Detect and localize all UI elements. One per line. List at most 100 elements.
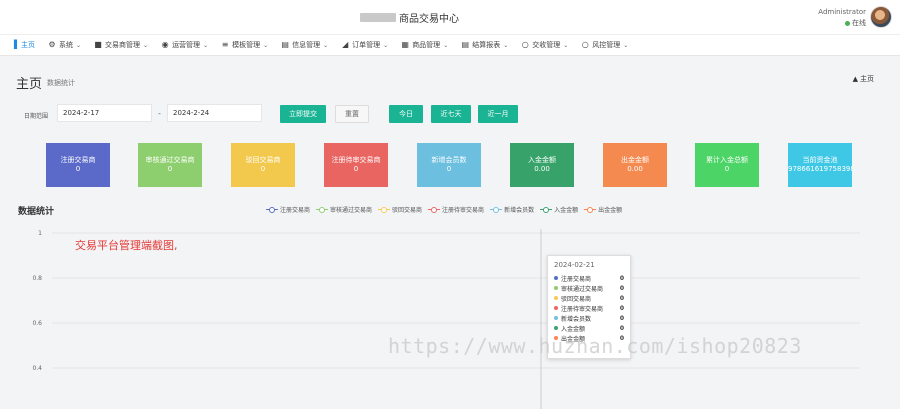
nav-item-0[interactable]: ▐ 主页 <box>10 40 35 50</box>
legend-item-1[interactable]: 审核通过交易商 <box>316 205 372 214</box>
stat-card-3[interactable]: 注册待审交易商 0 <box>324 143 388 187</box>
nav-item-label: 订单管理 <box>352 41 381 49</box>
bar-chart-icon: ▐ <box>10 40 18 49</box>
series-dot-icon <box>554 286 558 290</box>
nav-item-label: 系统 <box>59 41 73 49</box>
legend-item-6[interactable]: 出金金额 <box>584 205 622 214</box>
stat-card-value: 0.00 <box>627 165 643 173</box>
home-breadcrumb-label: 主页 <box>860 75 874 83</box>
series-dot-icon <box>554 326 558 330</box>
nav-item-4[interactable]: ≡ 模板管理 ⌄ <box>221 40 268 50</box>
y-tick-label: 0.8 <box>32 275 42 282</box>
legend-label: 新增会员数 <box>504 207 535 214</box>
stat-card-label: 注册交易商 <box>60 156 96 164</box>
y-tick-label: 1 <box>38 230 42 237</box>
nav-item-1[interactable]: ⚙ 系统 ⌄ <box>48 40 81 50</box>
stat-card-8[interactable]: 当前资金池9786616197583984.3 <box>788 143 852 187</box>
tooltip-row-label: 审核通过交易商 <box>561 285 604 293</box>
book-open-icon: ▤ <box>281 40 289 49</box>
page-title: 主页 <box>16 77 43 92</box>
last-7-days-button[interactable]: 近七天 <box>431 105 471 123</box>
legend-marker-icon <box>540 206 553 213</box>
nav-item-2[interactable]: ■ 交易商管理 ⌄ <box>94 40 148 50</box>
nav-item-3[interactable]: ◉ 运营管理 ⌄ <box>161 40 209 50</box>
stat-card-label: 当前资金池 <box>802 156 838 164</box>
legend-label: 注册待审交易商 <box>442 207 485 214</box>
stat-card-0[interactable]: 注册交易商 0 <box>46 143 110 187</box>
legend-item-3[interactable]: 注册待审交易商 <box>428 205 484 214</box>
page-subtitle: 数据统计 <box>47 79 75 87</box>
stat-card-6[interactable]: 出金金额 0.00 <box>603 143 667 187</box>
reset-button[interactable]: 重置 <box>335 105 369 123</box>
series-dot-icon <box>554 316 558 320</box>
tooltip-row-label: 新增会员数 <box>561 315 592 323</box>
stat-card-5[interactable]: 入金金额 0.00 <box>510 143 574 187</box>
legend-label: 出金金额 <box>598 207 623 214</box>
tooltip-row: 新增会员数 0 <box>554 313 624 323</box>
submit-button[interactable]: 立即提交 <box>280 105 326 123</box>
tooltip-date: 2024-02-21 <box>554 261 595 269</box>
tooltip-row-label: 注册待审交易商 <box>561 305 604 313</box>
tooltip-row: 注册待审交易商 0 <box>554 303 624 313</box>
start-date-input[interactable]: 2024-2-17 <box>57 104 152 122</box>
last-month-button[interactable]: 近一月 <box>478 105 518 123</box>
tooltip-row-value: 0 <box>619 274 624 282</box>
stat-card-value: 9786616197583984.3 <box>788 165 852 173</box>
legend-item-0[interactable]: 注册交易商 <box>266 205 310 214</box>
y-tick-label: 0.6 <box>32 320 42 327</box>
tooltip-row: 驳回交易商 0 <box>554 293 624 303</box>
today-button[interactable]: 今日 <box>389 105 423 123</box>
chevron-down-icon: ⌄ <box>76 41 82 49</box>
tooltip-rows: 注册交易商 0 审核通过交易商 0 驳回交易商 0 注册待审交易商 0 新增会员数 0 入金金额 0 出… <box>554 273 624 343</box>
gear-icon: ⚙ <box>48 40 56 49</box>
nav-item-10[interactable]: ○ 风控管理 ⌄ <box>581 40 629 50</box>
legend-label: 注册交易商 <box>280 207 311 214</box>
stat-card-2[interactable]: 驳回交易商 0 <box>231 143 295 187</box>
stat-card-4[interactable]: 新增会员数 0 <box>417 143 481 187</box>
main-content: 主页 数据统计 ▲ 主页 日期范围 2024-2-17 - 2024-2-24 … <box>0 57 900 409</box>
stat-card-label: 新增会员数 <box>431 156 467 164</box>
nav-item-7[interactable]: ▦ 商品管理 ⌄ <box>401 40 448 50</box>
legend-marker-icon <box>490 206 503 213</box>
home-breadcrumb[interactable]: ▲ 主页 <box>853 74 874 84</box>
legend-item-2[interactable]: 驳回交易商 <box>378 205 422 214</box>
chevron-down-icon: ⌄ <box>263 41 269 49</box>
nav-item-label: 模板管理 <box>232 41 261 49</box>
nav-item-5[interactable]: ▤ 信息管理 ⌄ <box>281 40 328 50</box>
user-name[interactable]: Administrator <box>818 8 866 16</box>
legend-item-4[interactable]: 新增会员数 <box>490 205 534 214</box>
nav-item-9[interactable]: ○ 交收管理 ⌄ <box>521 40 569 50</box>
tooltip-row: 注册交易商 0 <box>554 273 624 283</box>
stat-card-label: 审核通过交易商 <box>145 156 195 164</box>
tooltip-row-value: 0 <box>619 314 624 322</box>
legend-marker-icon <box>428 206 441 213</box>
nav-item-label: 运营管理 <box>172 41 201 49</box>
end-date-input[interactable]: 2024-2-24 <box>167 104 262 122</box>
area-chart-icon: ◢ <box>342 40 349 49</box>
legend-label: 审核通过交易商 <box>330 207 373 214</box>
user-circle-icon: ◉ <box>161 40 169 49</box>
stat-card-label: 驳回交易商 <box>245 156 281 164</box>
legend-marker-icon <box>266 206 278 213</box>
book-icon: ■ <box>94 40 102 49</box>
stat-card-label: 入金金额 <box>528 156 556 164</box>
nav-item-8[interactable]: ▤ 结算报表 ⌄ <box>461 40 508 50</box>
avatar[interactable] <box>870 6 892 28</box>
main-nav: ▐ 主页 ⚙ 系统 ⌄ ■ 交易商管理 ⌄ ◉ 运营管理 ⌄ ≡ 模板管理 ⌄ ▤ 信息管理 ⌄ ◢ 订单管理 ⌄ ▦ 商… <box>0 34 900 56</box>
circle-icon: ○ <box>581 40 589 49</box>
series-dot-icon <box>554 296 558 300</box>
nav-item-6[interactable]: ◢ 订单管理 ⌄ <box>341 40 388 50</box>
user-status: 在线 <box>845 18 866 28</box>
chart-legend: 注册交易商 审核通过交易商 驳回交易商 注册待审交易商 新增会员数 入金金额 出金金额 <box>266 205 628 214</box>
tooltip-row-value: 0 <box>619 324 624 332</box>
tooltip-row-label: 驳回交易商 <box>561 295 592 303</box>
stat-card-1[interactable]: 审核通过交易商 0 <box>138 143 202 187</box>
user-status-text: 在线 <box>852 19 866 27</box>
stat-card-label: 出金金额 <box>621 156 649 164</box>
app-title-wrap: 商品交易中心 <box>360 10 459 25</box>
legend-item-5[interactable]: 入金金额 <box>540 205 578 214</box>
nav-item-label: 交收管理 <box>532 41 561 49</box>
nav-item-label: 结算报表 <box>472 41 501 49</box>
circle-icon: ○ <box>521 40 529 49</box>
stat-card-7[interactable]: 累计入金总额 0 <box>695 143 759 187</box>
